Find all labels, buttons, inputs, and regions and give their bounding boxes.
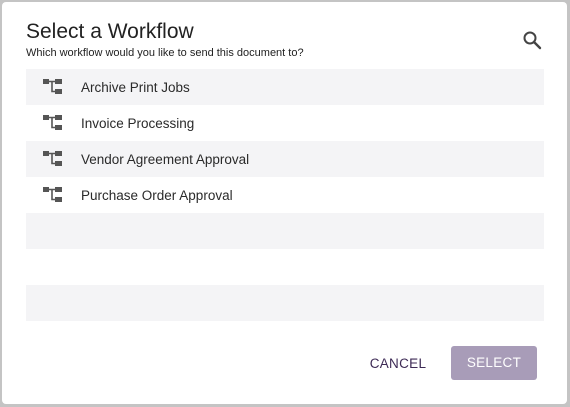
workflow-item-label: Vendor Agreement Approval xyxy=(81,151,250,167)
workflow-item-vendor-agreement-approval[interactable]: Vendor Agreement Approval xyxy=(26,141,544,177)
workflow-item-label: Purchase Order Approval xyxy=(81,187,233,203)
workflow-icon xyxy=(43,151,62,166)
workflow-icon xyxy=(43,187,62,202)
workflow-list: Archive Print Jobs Invoice Processing Ve… xyxy=(26,69,544,321)
workflow-icon xyxy=(43,79,62,94)
empty-list-row xyxy=(26,249,544,285)
dialog-title: Select a Workflow xyxy=(26,20,194,43)
workflow-item-invoice-processing[interactable]: Invoice Processing xyxy=(26,105,544,141)
workflow-item-label: Invoice Processing xyxy=(81,115,195,131)
search-icon xyxy=(523,31,542,50)
select-button[interactable]: SELECT xyxy=(451,346,537,380)
select-workflow-dialog: Select a Workflow Which workflow would y… xyxy=(2,2,567,404)
empty-list-row xyxy=(26,213,544,249)
cancel-button[interactable]: CANCEL xyxy=(358,349,438,379)
workflow-item-purchase-order-approval[interactable]: Purchase Order Approval xyxy=(26,177,544,213)
search-button[interactable] xyxy=(520,28,544,52)
dialog-subtitle: Which workflow would you like to send th… xyxy=(26,47,304,59)
empty-list-row xyxy=(26,285,544,321)
workflow-item-label: Archive Print Jobs xyxy=(81,79,190,95)
workflow-icon xyxy=(43,115,62,130)
workflow-item-archive-print-jobs[interactable]: Archive Print Jobs xyxy=(26,69,544,105)
